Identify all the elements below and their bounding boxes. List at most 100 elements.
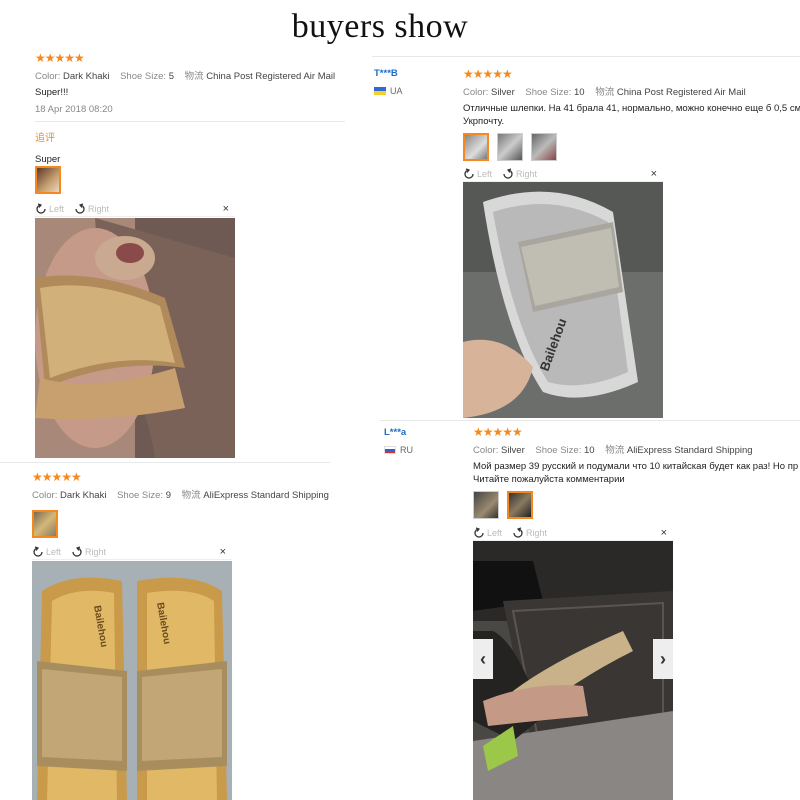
close-viewer-button[interactable]: ×: [651, 168, 657, 180]
reviewer-name: T***B: [374, 68, 398, 79]
review-meta: Color: Dark Khaki Shoe Size: 9 物流 AliExp…: [32, 487, 342, 501]
rotate-right-button[interactable]: Right: [74, 203, 109, 215]
star-rating: ★★★★★: [35, 51, 85, 65]
rotate-right-icon: [72, 546, 82, 557]
country-code: RU: [400, 445, 413, 455]
review-card-3: ★★★★★ Color: Dark Khaki Shoe Size: 9 物流 …: [32, 471, 342, 501]
rotate-left-button[interactable]: Left: [463, 168, 492, 180]
size-label: Shoe Size:: [120, 71, 167, 82]
rotate-right-label: Right: [526, 528, 548, 538]
rotate-left-button[interactable]: Left: [35, 203, 64, 215]
review-thumbnail[interactable]: [463, 133, 489, 161]
logistics-label: 物流: [184, 71, 204, 82]
review-text-line2: Укрпочту.: [463, 116, 505, 127]
review-thumbnail[interactable]: [473, 491, 499, 519]
review-date: 18 Apr 2018 08:20: [35, 104, 113, 115]
review-text: Super!!!: [35, 87, 69, 98]
country-code: UA: [390, 86, 403, 96]
rotate-left-button[interactable]: Left: [473, 527, 502, 539]
review-thumbnail[interactable]: [531, 133, 557, 161]
next-image-button[interactable]: ›: [653, 639, 673, 679]
review-thumbnail[interactable]: [507, 491, 533, 519]
image-viewer-toolbar: Left Right ×: [463, 167, 663, 182]
size-label: Shoe Size:: [525, 87, 572, 98]
review-thumbnail[interactable]: [497, 133, 523, 161]
rotate-left-button[interactable]: Left: [32, 546, 61, 558]
image-viewer-toolbar: Left Right ×: [32, 545, 232, 560]
logistics-label: 物流: [181, 490, 201, 501]
rotate-left-label: Left: [487, 528, 503, 538]
flag-icon: [374, 87, 386, 95]
page-title: buyers show: [291, 8, 469, 45]
rotate-right-label: Right: [85, 547, 107, 557]
review-photo: [35, 218, 235, 458]
review-photo: Bailehou: [463, 182, 663, 418]
star-rating: ★★★★★: [473, 425, 523, 439]
size-label: Shoe Size:: [535, 445, 582, 456]
color-value: Dark Khaki: [62, 71, 110, 82]
divider: [372, 56, 800, 57]
review-meta: Color: Dark Khaki Shoe Size: 5 物流 China …: [35, 68, 345, 82]
rotate-right-button[interactable]: Right: [502, 168, 537, 180]
logistics-label: 物流: [605, 445, 625, 456]
review-thumbnail[interactable]: [32, 510, 58, 538]
divider: [380, 420, 800, 421]
logistics-label: 物流: [595, 87, 615, 98]
review-photo: Bailehou Bailehou: [32, 561, 232, 800]
review-meta: Color: Silver Shoe Size: 10 物流 China Pos…: [463, 84, 800, 98]
star-rating: ★★★★★: [463, 67, 513, 81]
color-value: Dark Khaki: [59, 490, 107, 501]
divider: [0, 462, 330, 463]
chevron-left-icon: ‹: [480, 648, 486, 669]
image-viewer-toolbar: Left Right ×: [35, 202, 235, 217]
previous-image-button[interactable]: ‹: [473, 639, 493, 679]
thumbnail-strip: [463, 133, 557, 161]
silver-slipper-image: Bailehou: [463, 182, 663, 418]
rotate-right-icon: [75, 203, 85, 214]
rotate-right-button[interactable]: Right: [71, 546, 106, 558]
gold-slippers-image: Bailehou Bailehou: [32, 561, 232, 800]
rotate-left-label: Left: [49, 204, 65, 214]
shipping-value: China Post Registered Air Mail: [206, 71, 336, 82]
reviewer-country: UA: [374, 86, 403, 96]
rotate-left-label: Left: [477, 169, 493, 179]
review-text: Мой размер 39 русский и подумали что 10 …: [473, 461, 799, 472]
image-viewer-toolbar: Left Right ×: [473, 526, 673, 541]
slipper-foot-image: [35, 218, 235, 458]
rotate-right-label: Right: [88, 204, 110, 214]
shipping-value: China Post Registered Air Mail: [616, 87, 746, 98]
color-value: Silver: [490, 87, 515, 98]
reviewer-name: L***a: [384, 427, 407, 438]
thumbnail-strip: [35, 166, 61, 194]
close-viewer-button[interactable]: ×: [220, 546, 226, 558]
review-card-4: ★★★★★ Color: Silver Shoe Size: 10 物流 Ali…: [473, 426, 800, 486]
followup-label: 追评: [35, 133, 55, 144]
rotate-left-icon: [36, 203, 46, 214]
rotate-left-icon: [474, 527, 484, 538]
size-value: 9: [165, 490, 171, 501]
size-label: Shoe Size:: [117, 490, 164, 501]
thumbnail-strip: [473, 491, 533, 519]
rotate-right-button[interactable]: Right: [512, 527, 547, 539]
rotate-left-icon: [33, 546, 43, 557]
review-card-1: ★★★★★ Color: Dark Khaki Shoe Size: 5 物流 …: [35, 52, 345, 166]
rotate-left-icon: [464, 168, 474, 179]
review-photo: ‹ ›: [473, 541, 673, 800]
review-card-2: ★★★★★ Color: Silver Shoe Size: 10 物流 Chi…: [463, 68, 800, 128]
review-meta: Color: Silver Shoe Size: 10 物流 AliExpres…: [473, 442, 800, 456]
color-label: Color:: [32, 490, 58, 501]
review-text-line2: Читайте пожалуйста комментарии: [473, 474, 625, 485]
rotate-right-icon: [503, 168, 513, 179]
rotate-left-label: Left: [46, 547, 62, 557]
color-label: Color:: [35, 71, 61, 82]
flag-icon: [384, 446, 396, 454]
size-value: 5: [168, 71, 174, 82]
close-viewer-button[interactable]: ×: [661, 527, 667, 539]
color-label: Color:: [463, 87, 489, 98]
review-text: Отличные шлепки. На 41 брала 41, нормаль…: [463, 103, 800, 114]
close-viewer-button[interactable]: ×: [223, 203, 229, 215]
shipping-value: AliExpress Standard Shipping: [626, 445, 753, 456]
color-label: Color:: [473, 445, 499, 456]
review-thumbnail[interactable]: [35, 166, 61, 194]
thumbnail-strip: [32, 510, 58, 538]
